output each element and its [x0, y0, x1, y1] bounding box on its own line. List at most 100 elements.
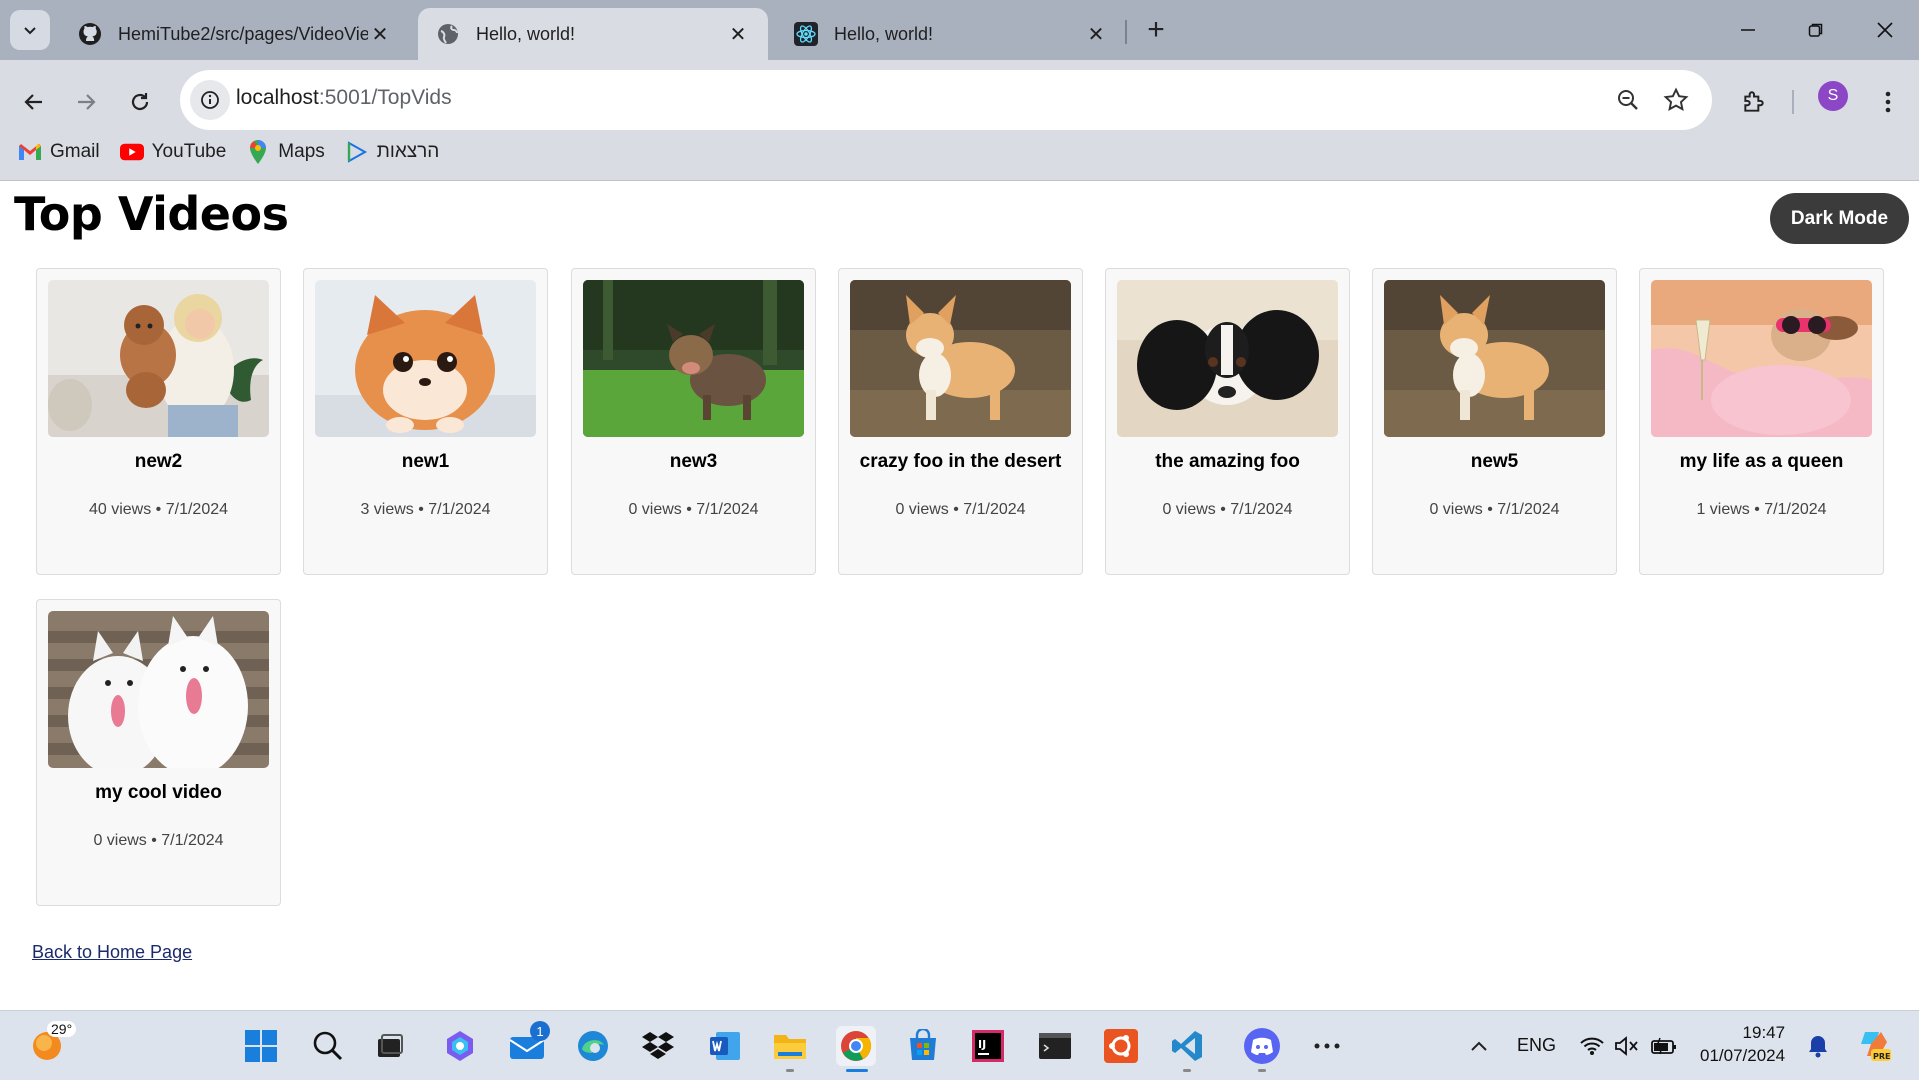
vscode-button[interactable] [1167, 1026, 1207, 1066]
video-card[interactable]: my cool video 0 views • 7/1/2024 [36, 599, 281, 906]
folder-icon [774, 1035, 806, 1059]
new-tab-button[interactable]: + [1138, 12, 1174, 48]
video-thumbnail[interactable] [48, 611, 269, 768]
page-content: Top Videos Dark Mode new2 40 views • 7/1… [0, 181, 1919, 1010]
dark-mode-button[interactable]: Dark Mode [1770, 193, 1909, 244]
video-title[interactable]: my life as a queen [1640, 451, 1883, 473]
reload-button[interactable] [118, 80, 162, 124]
dropbox-button[interactable] [638, 1026, 678, 1066]
ubuntu-button[interactable] [1101, 1026, 1141, 1066]
bookmark-app-icon [345, 140, 369, 164]
video-title[interactable]: new2 [37, 451, 280, 473]
windows-icon [245, 1030, 277, 1062]
taskbar-search-button[interactable] [308, 1026, 348, 1066]
bookmark-lectures[interactable]: הרצאות [345, 140, 439, 164]
bookmark-label: Gmail [50, 141, 100, 162]
restore-button[interactable] [1793, 12, 1839, 48]
tab-hello-world-active[interactable]: Hello, world! ✕ [418, 8, 768, 60]
video-thumbnail[interactable] [1117, 280, 1338, 437]
tab-github[interactable]: HemiTube2/src/pages/VideoVie ✕ [60, 8, 410, 60]
video-card[interactable]: new5 0 views • 7/1/2024 [1372, 268, 1617, 575]
menu-kebab-icon[interactable] [1866, 80, 1910, 124]
minimize-button[interactable] [1725, 12, 1771, 48]
close-tab-icon[interactable]: ✕ [368, 22, 392, 47]
close-tab-icon[interactable]: ✕ [726, 22, 750, 47]
mail-badge: 1 [530, 1021, 550, 1041]
video-meta: 0 views • 7/1/2024 [895, 501, 1026, 518]
system-clock[interactable]: 19:47 01/07/2024 [1700, 1021, 1785, 1067]
url-text: localhost:5001/TopVids [236, 86, 452, 110]
video-card[interactable]: new2 40 views • 7/1/2024 [36, 268, 281, 575]
video-card[interactable]: the amazing foo 0 views • 7/1/2024 [1105, 268, 1350, 575]
edge-button[interactable] [573, 1026, 613, 1066]
intellij-button[interactable]: IJ [968, 1026, 1008, 1066]
ubuntu-icon [1104, 1029, 1138, 1063]
bookmark-maps[interactable]: Maps [246, 140, 325, 164]
tab-hello-world[interactable]: Hello, world! ✕ [776, 8, 1126, 60]
video-title[interactable]: new3 [572, 451, 815, 473]
video-card[interactable]: new3 0 views • 7/1/2024 [571, 268, 816, 575]
language-indicator[interactable]: ENG [1517, 1035, 1556, 1056]
notifications-bell-icon[interactable] [1798, 1026, 1838, 1066]
video-thumbnail[interactable] [315, 280, 536, 437]
video-title[interactable]: crazy foo in the desert [839, 451, 1082, 473]
video-thumbnail[interactable] [48, 280, 269, 437]
close-window-button[interactable] [1862, 12, 1908, 48]
show-hidden-icons-button[interactable] [1459, 1026, 1499, 1066]
back-button[interactable] [12, 80, 56, 124]
bookmark-gmail[interactable]: Gmail [18, 140, 100, 164]
task-view-button[interactable] [370, 1026, 410, 1066]
url-path: :5001/TopVids [318, 86, 452, 109]
bookmark-youtube[interactable]: YouTube [119, 140, 226, 164]
copilot-icon [447, 1031, 473, 1061]
site-info-icon[interactable] [190, 80, 230, 120]
chrome-button[interactable] [836, 1026, 876, 1066]
battery-icon[interactable] [1644, 1026, 1684, 1066]
arrow-left-icon [24, 94, 42, 110]
ms-store-button[interactable] [903, 1026, 943, 1066]
task-view-icon [378, 1034, 403, 1057]
volume-muted-icon[interactable] [1607, 1026, 1647, 1066]
wifi-icon[interactable] [1572, 1026, 1612, 1066]
globe-icon [436, 22, 460, 46]
video-thumbnail[interactable] [583, 280, 804, 437]
profile-avatar[interactable]: S [1818, 81, 1848, 111]
arrow-right-icon [78, 94, 96, 110]
video-title[interactable]: new1 [304, 451, 547, 473]
start-button[interactable] [241, 1026, 281, 1066]
video-thumbnail[interactable] [1384, 280, 1605, 437]
video-title[interactable]: new5 [1373, 451, 1616, 473]
tab-search-button[interactable] [10, 10, 50, 50]
more-apps-button[interactable] [1307, 1026, 1347, 1066]
forward-button[interactable] [64, 80, 108, 124]
terminal-button[interactable] [1035, 1026, 1075, 1066]
video-card[interactable]: new1 3 views • 7/1/2024 [303, 268, 548, 575]
video-title[interactable]: my cool video [37, 782, 280, 804]
video-card[interactable]: crazy foo in the desert 0 views • 7/1/20… [838, 268, 1083, 575]
reload-icon [131, 93, 149, 111]
extensions-icon[interactable] [1732, 80, 1776, 124]
file-explorer-button[interactable] [770, 1026, 810, 1066]
discord-icon [1244, 1028, 1280, 1064]
video-title[interactable]: the amazing foo [1106, 451, 1349, 473]
url-host: localhost [236, 86, 319, 109]
copilot-button[interactable] [440, 1026, 480, 1066]
back-to-home-link[interactable]: Back to Home Page [32, 942, 192, 963]
video-meta: 3 views • 7/1/2024 [360, 501, 491, 518]
tab-title: HemiTube2/src/pages/VideoVie [118, 23, 368, 44]
video-thumbnail[interactable] [850, 280, 1071, 437]
video-thumbnail[interactable] [1651, 280, 1872, 437]
close-tab-icon[interactable]: ✕ [1084, 22, 1108, 47]
bookmarks-bar: Gmail YouTube Maps הרצאות [0, 132, 441, 172]
running-indicator [786, 1069, 794, 1072]
bookmark-star-icon[interactable] [1658, 82, 1694, 118]
discord-button[interactable] [1242, 1026, 1282, 1066]
copilot-pre-icon[interactable]: PRE [1853, 1026, 1893, 1066]
word-button[interactable] [705, 1026, 745, 1066]
terminal-icon [1039, 1033, 1071, 1059]
clock-time: 19:47 [1742, 1023, 1786, 1042]
video-card[interactable]: my life as a queen 1 views • 7/1/2024 [1639, 268, 1884, 575]
restore-icon [1808, 23, 1823, 37]
address-bar[interactable]: localhost:5001/TopVids [180, 70, 1712, 130]
zoom-icon[interactable] [1610, 82, 1646, 118]
